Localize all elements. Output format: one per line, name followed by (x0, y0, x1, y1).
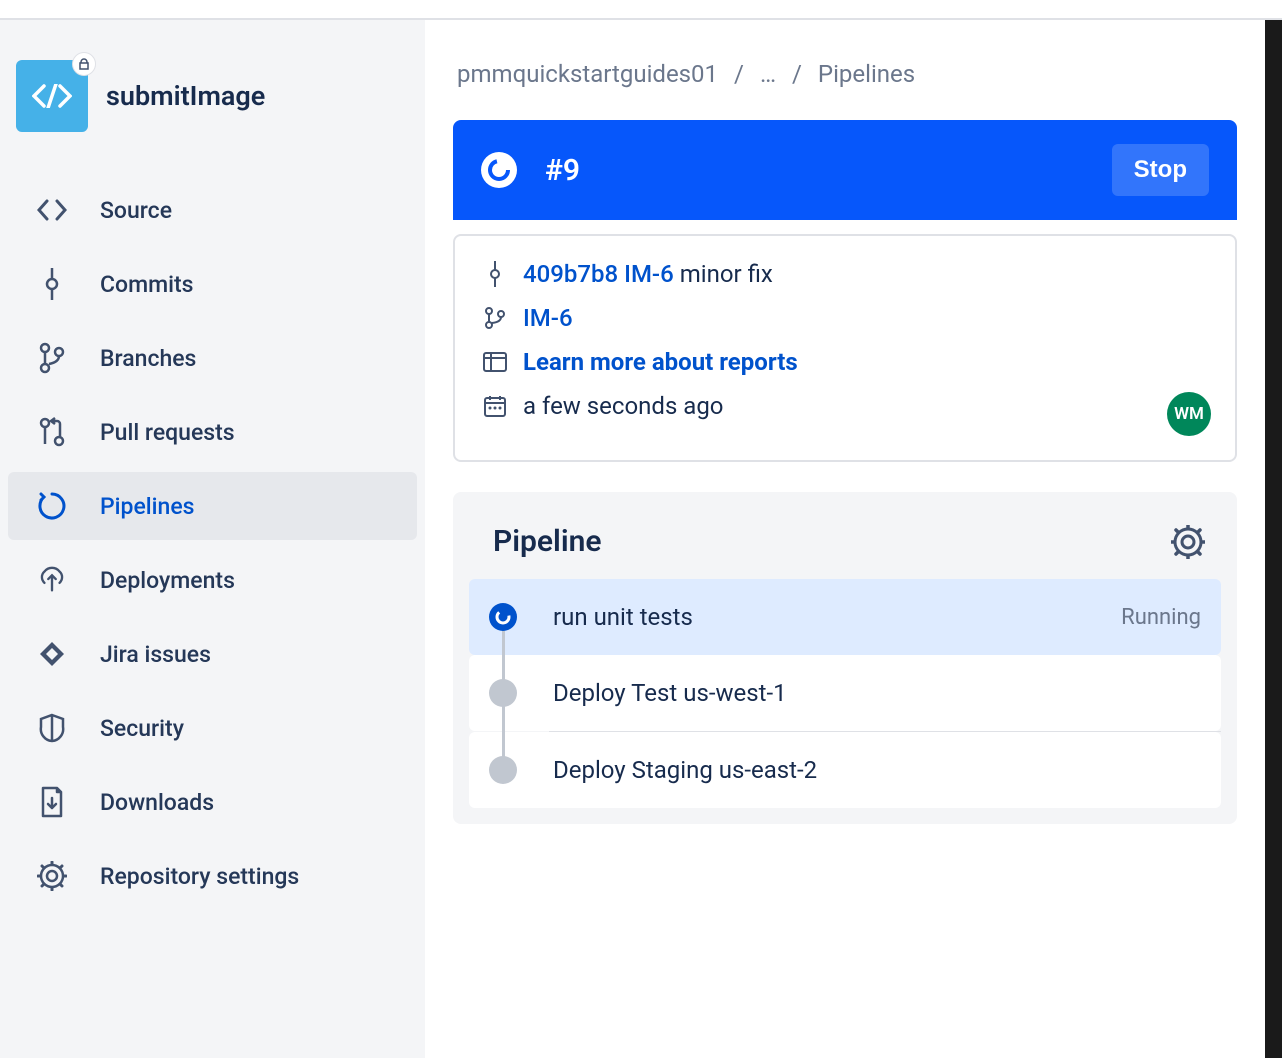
source-icon (36, 194, 68, 226)
pipeline-panel: Pipeline run unit tests Running Deploy T… (453, 492, 1237, 824)
repo-avatar[interactable] (16, 60, 88, 132)
sidebar-item-pipelines[interactable]: Pipelines (8, 472, 417, 540)
breadcrumb-workspace[interactable]: pmmquickstartguides01 (457, 60, 718, 88)
report-icon (483, 350, 507, 374)
time-row: a few seconds ago (483, 392, 1207, 420)
user-avatar[interactable]: WM (1167, 392, 1211, 436)
gear-icon (36, 860, 68, 892)
step-name: Deploy Test us-west-1 (553, 679, 1201, 707)
commits-icon (36, 268, 68, 300)
sidebar-item-deployments[interactable]: Deployments (8, 546, 417, 614)
pipeline-header: Pipeline (453, 492, 1237, 579)
deployments-icon (36, 564, 68, 596)
sidebar-item-label: Pipelines (100, 493, 194, 520)
scrollbar[interactable] (1265, 20, 1282, 1058)
step-status-running-icon (489, 603, 517, 631)
repo-name[interactable]: submitImage (106, 80, 265, 112)
breadcrumb-separator: / (734, 60, 744, 88)
pipelines-icon (36, 490, 68, 522)
pipeline-step[interactable]: Deploy Staging us-east-2 (469, 732, 1221, 808)
reports-row: Learn more about reports (483, 348, 1207, 376)
build-info-card: 409b7b8 IM-6 minor fix IM-6 Learn more a… (453, 234, 1237, 462)
step-name: Deploy Staging us-east-2 (553, 756, 1201, 784)
main-content: pmmquickstartguides01 / … / Pipelines #9… (425, 20, 1265, 1058)
sidebar: submitImage Source Commits Branches Pull… (0, 20, 425, 1058)
breadcrumb: pmmquickstartguides01 / … / Pipelines (453, 60, 1237, 88)
sidebar-item-security[interactable]: Security (8, 694, 417, 762)
sidebar-item-label: Deployments (100, 567, 235, 594)
repo-header: submitImage (8, 44, 417, 148)
build-number: #9 (545, 153, 580, 188)
sidebar-item-label: Branches (100, 345, 196, 372)
branches-icon (36, 342, 68, 374)
pipeline-settings-button[interactable] (1171, 525, 1205, 559)
sidebar-item-pull-requests[interactable]: Pull requests (8, 398, 417, 466)
step-name: run unit tests (553, 603, 1121, 631)
build-banner: #9 Stop (453, 120, 1237, 220)
jira-icon (36, 638, 68, 670)
breadcrumb-ellipsis[interactable]: … (760, 60, 776, 88)
stop-button[interactable]: Stop (1112, 144, 1209, 196)
step-status-pending-icon (489, 756, 517, 784)
breadcrumb-current[interactable]: Pipelines (818, 60, 915, 88)
step-connector (502, 629, 505, 685)
commit-icon (483, 262, 507, 286)
code-icon (32, 84, 72, 108)
sidebar-item-label: Source (100, 197, 172, 224)
sidebar-item-jira-issues[interactable]: Jira issues (8, 620, 417, 688)
pipeline-step[interactable]: run unit tests Running (469, 579, 1221, 655)
downloads-icon (36, 786, 68, 818)
breadcrumb-separator: / (792, 60, 802, 88)
shield-icon (36, 712, 68, 744)
branch-link[interactable]: IM-6 (523, 304, 573, 332)
sidebar-item-label: Pull requests (100, 419, 235, 446)
sidebar-item-label: Commits (100, 271, 194, 298)
sidebar-item-label: Security (100, 715, 184, 742)
sidebar-item-settings[interactable]: Repository settings (8, 842, 417, 910)
sidebar-item-commits[interactable]: Commits (8, 250, 417, 318)
commit-row: 409b7b8 IM-6 minor fix (483, 260, 1207, 288)
calendar-icon (483, 394, 507, 418)
sidebar-item-label: Jira issues (100, 641, 211, 668)
sidebar-item-label: Downloads (100, 789, 214, 816)
sidebar-item-branches[interactable]: Branches (8, 324, 417, 392)
running-status-icon (481, 152, 517, 188)
commit-issue-link[interactable]: IM-6 (624, 260, 674, 288)
gear-icon (1171, 525, 1205, 559)
step-connector (502, 705, 505, 761)
pipeline-title: Pipeline (493, 524, 602, 559)
branch-icon (483, 306, 507, 330)
step-list: run unit tests Running Deploy Test us-we… (453, 579, 1237, 808)
commit-hash-link[interactable]: 409b7b8 (523, 260, 618, 288)
lock-icon (72, 52, 96, 76)
banner-left: #9 (481, 152, 580, 188)
commit-message: minor fix (680, 260, 773, 288)
pipeline-step[interactable]: Deploy Test us-west-1 (469, 655, 1221, 731)
sidebar-item-downloads[interactable]: Downloads (8, 768, 417, 836)
sidebar-item-source[interactable]: Source (8, 176, 417, 244)
reports-link[interactable]: Learn more about reports (523, 348, 798, 376)
step-status-pending-icon (489, 679, 517, 707)
branch-row: IM-6 (483, 304, 1207, 332)
step-status-label: Running (1121, 605, 1201, 630)
time-text: a few seconds ago (523, 392, 724, 420)
pull-requests-icon (36, 416, 68, 448)
sidebar-item-label: Repository settings (100, 863, 299, 890)
